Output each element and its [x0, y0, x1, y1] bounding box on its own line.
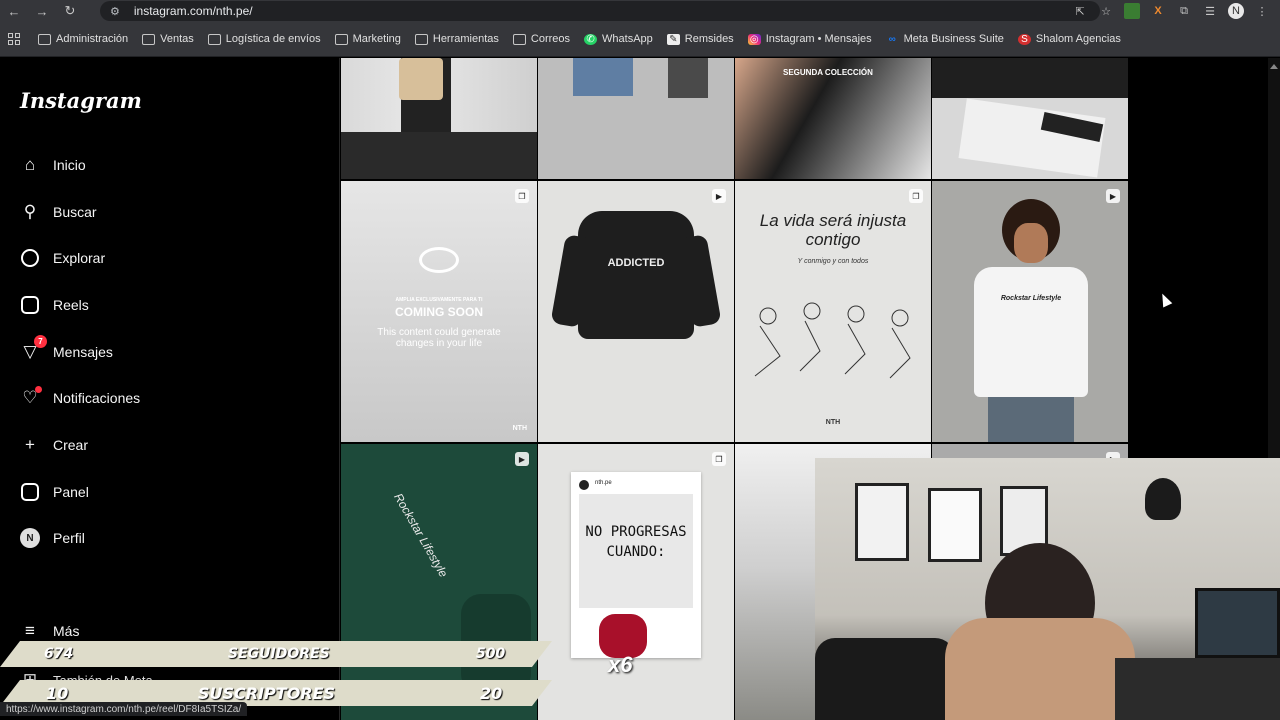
post-tile[interactable] [932, 58, 1128, 179]
compass-icon [20, 248, 40, 268]
reels-icon [20, 295, 40, 315]
sidebar-item-panel[interactable]: Panel [20, 482, 89, 502]
wall-poster [855, 483, 909, 561]
post-tile-no-progresas[interactable]: ❐ nth.pe NO PROGRESAS CUANDO: x6 [538, 444, 734, 720]
reel-icon: ▶ [1106, 189, 1120, 203]
forward-icon[interactable]: → [28, 0, 56, 22]
plus-icon: + [25, 435, 35, 454]
sidebar-item-buscar[interactable]: ⚲ Buscar [20, 202, 97, 222]
heart-icon: ♡ [20, 386, 42, 408]
post-tile[interactable] [538, 58, 734, 179]
menu-kebab-icon[interactable]: ⋮ [1254, 3, 1270, 19]
carousel-icon: ❐ [515, 189, 529, 203]
person-shirt [945, 618, 1135, 720]
reading-list-icon[interactable]: ☰ [1202, 3, 1218, 19]
back-icon[interactable]: ← [0, 0, 28, 22]
folder-icon [414, 33, 428, 45]
profile-avatar-icon[interactable]: N [1228, 3, 1244, 19]
whatsapp-icon: ✆ [584, 33, 598, 45]
folder-icon [334, 33, 348, 45]
sketch-illustration [754, 302, 911, 379]
extension-x-icon[interactable]: X [1150, 3, 1166, 19]
reload-icon[interactable]: ↻ [56, 0, 84, 22]
shalom-icon: S [1017, 33, 1031, 45]
sidebar-item-perfil[interactable]: N Perfil [20, 528, 85, 548]
instagram-logo[interactable]: Instagram [20, 88, 142, 113]
page-scrollbar[interactable] [1268, 58, 1280, 458]
instagram-sidebar: Instagram ⌂ Inicio ⚲ Buscar Explorar Ree… [0, 58, 340, 720]
messenger-icon: ▽ 7 [20, 335, 47, 362]
carousel-icon: ❐ [909, 189, 923, 203]
folder-icon [142, 33, 156, 45]
browser-toolbar: ← → ↻ ⚙ instagram.com/nth.pe/ ⇱ ☆ X ⧉ ☰ … [0, 0, 1280, 22]
apps-grid-icon[interactable] [8, 33, 20, 45]
post-card: nth.pe NO PROGRESAS CUANDO: [571, 472, 701, 658]
folder-icon [512, 33, 526, 45]
bookmark-marketing[interactable]: Marketing [334, 33, 401, 45]
remsides-icon: ✎ [666, 33, 680, 45]
bookmarks-bar: Administración Ventas Logística de envío… [0, 22, 1280, 57]
search-icon: ⚲ [23, 202, 37, 221]
sidebar-item-mensajes[interactable]: ▽ 7 Mensajes [20, 335, 113, 362]
link-status-bar: https://www.instagram.com/nth.pe/reel/DF… [0, 702, 248, 716]
bookmark-meta-business[interactable]: ∞ Meta Business Suite [886, 33, 1004, 45]
hidden-eye-icon [419, 247, 459, 273]
wall-poster [928, 488, 982, 562]
webcam-overlay [815, 458, 1280, 720]
extension-sheets-icon[interactable] [1124, 3, 1140, 19]
bookmark-star-icon[interactable]: ☆ [1098, 3, 1114, 19]
cap-on-wall [1145, 478, 1181, 520]
sidebar-item-reels[interactable]: Reels [20, 295, 89, 315]
sidebar-item-mas[interactable]: ≡ Más [20, 621, 79, 641]
folder-icon [207, 33, 221, 45]
bookmark-logistica[interactable]: Logística de envíos [207, 33, 321, 45]
post-tile-green-hoodie[interactable]: ▶ Rockstar Lifestyle [341, 444, 537, 720]
bookmark-remsides[interactable]: ✎ Remsides [666, 33, 734, 45]
profile-avatar: N [20, 528, 40, 548]
bookmark-shalom[interactable]: S Shalom Agencias [1017, 33, 1121, 45]
monitor [1195, 588, 1280, 658]
meta-icon: ∞ [888, 33, 896, 45]
address-bar[interactable]: ⚙ instagram.com/nth.pe/ [100, 1, 1100, 21]
desk [1115, 658, 1280, 720]
extensions-puzzle-icon[interactable]: ⧉ [1176, 3, 1192, 19]
bookmark-whatsapp[interactable]: ✆ WhatsApp [584, 33, 653, 45]
post-caption-coleccion: SEGUNDA COLECCIÓN [783, 68, 873, 77]
followers-counter: 674 SEGUIDORES 500 [0, 641, 552, 667]
sidebar-item-notificaciones[interactable]: ♡ Notificaciones [20, 386, 140, 408]
post-tile-coming-soon[interactable]: ❐ AMPLIA EXCLUSIVAMENTE PARA TI COMING S… [341, 181, 537, 442]
sidebar-item-inicio[interactable]: ⌂ Inicio [20, 155, 86, 175]
white-tshirt [974, 267, 1088, 397]
install-icon[interactable]: ⇱ [1072, 3, 1088, 19]
sidebar-item-explorar[interactable]: Explorar [20, 248, 105, 268]
dashboard-icon [20, 482, 40, 502]
hamburger-menu-icon: ≡ [25, 621, 35, 640]
site-settings-icon[interactable]: ⚙ [110, 5, 120, 18]
reel-icon: ▶ [712, 189, 726, 203]
post-tile[interactable]: SEGUNDA COLECCIÓN [735, 58, 931, 179]
post-tile-vida[interactable]: ❐ La vida será injusta contigo Y conmigo… [735, 181, 931, 442]
instagram-icon: ◎ [747, 33, 761, 45]
folder-icon [38, 33, 51, 45]
page-margin [1129, 58, 1280, 458]
home-icon: ⌂ [24, 155, 36, 174]
bookmark-administracion[interactable]: Administración [38, 33, 128, 45]
bookmark-instagram-mensajes[interactable]: ◎ Instagram • Mensajes [747, 33, 872, 45]
carousel-icon: ❐ [712, 452, 726, 466]
hoodie-image [578, 211, 694, 339]
url-text: instagram.com/nth.pe/ [133, 4, 253, 18]
sidebar-item-crear[interactable]: + Crear [20, 435, 88, 455]
notification-dot [35, 386, 42, 393]
post-tile-hoodie[interactable]: ▶ ADDICTED [538, 181, 734, 442]
messages-badge: 7 [34, 335, 47, 348]
bookmark-correos[interactable]: Correos [512, 33, 570, 45]
reel-icon: ▶ [515, 452, 529, 466]
post-tile-tshirt[interactable]: ▶ Rockstar Lifestyle [932, 181, 1128, 442]
post-tile[interactable] [341, 58, 537, 179]
bookmark-herramientas[interactable]: Herramientas [414, 33, 499, 45]
chair [815, 638, 955, 720]
bookmark-ventas[interactable]: Ventas [142, 33, 194, 45]
